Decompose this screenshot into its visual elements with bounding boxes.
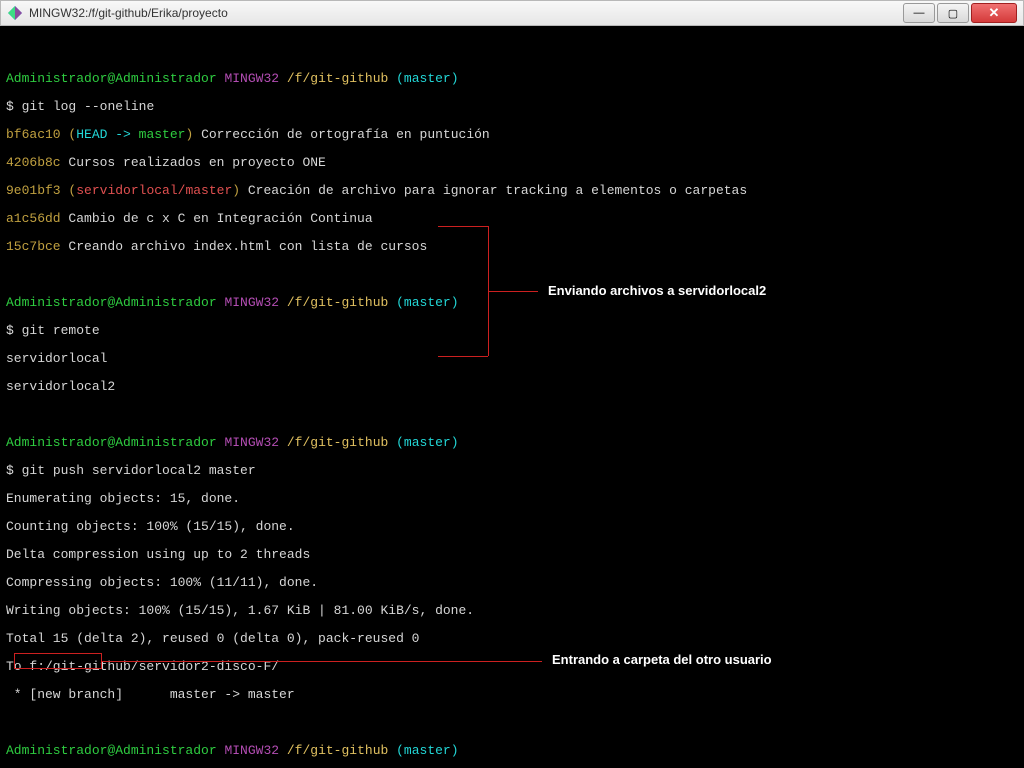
close-button[interactable]: ✕ [971, 3, 1017, 23]
git-bash-icon [7, 5, 23, 21]
log-line: a1c56dd Cambio de c x C en Integración C… [6, 212, 1018, 226]
log-line: 15c7bce Creando archivo index.html con l… [6, 240, 1018, 254]
prompt-line: Administrador@Administrador MINGW32 /f/g… [6, 436, 1018, 450]
annotation-label: Enviando archivos a servidorlocal2 [548, 284, 766, 298]
output-line: servidorlocal2 [6, 380, 1018, 394]
output-line: To f:/git-github/servidor2-disco-F/ [6, 660, 1018, 674]
maximize-button[interactable]: ▢ [937, 3, 969, 23]
annotation-label: Entrando a carpeta del otro usuario [552, 653, 772, 667]
minimize-button[interactable]: — [903, 3, 935, 23]
output-line: Writing objects: 100% (15/15), 1.67 KiB … [6, 604, 1018, 618]
output-line: Total 15 (delta 2), reused 0 (delta 0), … [6, 632, 1018, 646]
output-line: Counting objects: 100% (15/15), done. [6, 520, 1018, 534]
output-line: servidorlocal [6, 352, 1018, 366]
cmd-line: $ git remote [6, 324, 1018, 338]
prompt-line: Administrador@Administrador MINGW32 /f/g… [6, 72, 1018, 86]
terminal-line [6, 716, 1018, 730]
output-line: Compressing objects: 100% (11/11), done. [6, 576, 1018, 590]
terminal-body[interactable]: Administrador@Administrador MINGW32 /f/g… [0, 26, 1024, 768]
log-line: 9e01bf3 (servidorlocal/master) Creación … [6, 184, 1018, 198]
output-line: Delta compression using up to 2 threads [6, 548, 1018, 562]
cmd-line: $ git log --oneline [6, 100, 1018, 114]
prompt-line: Administrador@Administrador MINGW32 /f/g… [6, 744, 1018, 758]
log-line: 4206b8c Cursos realizados en proyecto ON… [6, 156, 1018, 170]
prompt-line: Administrador@Administrador MINGW32 /f/g… [6, 296, 1018, 310]
output-line: * [new branch] master -> master [6, 688, 1018, 702]
window-title: MINGW32:/f/git-github/Erika/proyecto [29, 6, 901, 20]
terminal-line [6, 408, 1018, 422]
titlebar[interactable]: MINGW32:/f/git-github/Erika/proyecto — ▢… [0, 0, 1024, 26]
terminal-line [6, 44, 1018, 58]
terminal-window: MINGW32:/f/git-github/Erika/proyecto — ▢… [0, 0, 1024, 768]
window-controls: — ▢ ✕ [901, 3, 1017, 23]
terminal-line [6, 268, 1018, 282]
output-line: Enumerating objects: 15, done. [6, 492, 1018, 506]
cmd-line: $ git push servidorlocal2 master [6, 464, 1018, 478]
log-line: bf6ac10 (HEAD -> master) Corrección de o… [6, 128, 1018, 142]
